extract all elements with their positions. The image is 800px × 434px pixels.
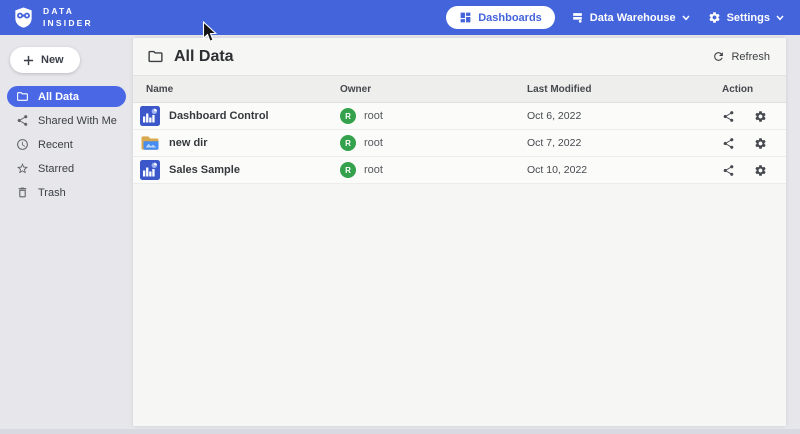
new-button[interactable]: New (10, 47, 80, 73)
sidebar-item-label: Starred (38, 163, 74, 175)
plus-icon (23, 55, 34, 66)
column-header-owner: Owner (340, 84, 527, 95)
share-icon (16, 114, 29, 127)
column-header-action: Action (722, 84, 786, 95)
table-body: Dashboard Control R root Oct 6, 2022 (133, 103, 786, 184)
action-cell (722, 110, 786, 123)
page-title: All Data (174, 48, 234, 66)
file-name: Dashboard Control (169, 110, 269, 122)
column-header-last-modified: Last Modified (527, 84, 722, 95)
title-wrap: All Data (147, 48, 234, 66)
content-header: All Data Refresh (133, 38, 786, 76)
share-icon (722, 110, 735, 123)
owner-avatar: R (340, 135, 356, 151)
dashboard-icon (459, 11, 472, 24)
brand: DATA INSIDER (12, 6, 93, 29)
column-header-name: Name (146, 84, 340, 95)
clock-icon (16, 138, 29, 151)
new-button-label: New (41, 54, 64, 66)
sidebar-item-starred[interactable]: Starred (7, 158, 126, 179)
file-name: Sales Sample (169, 164, 240, 176)
refresh-icon (712, 50, 725, 63)
last-modified: Oct 6, 2022 (527, 110, 722, 122)
sidebar: New All Data Shared With Me Recent Starr… (0, 35, 133, 434)
settings-button[interactable] (754, 110, 767, 123)
content-card: All Data Refresh Name Owner Last Modifie… (133, 38, 786, 426)
dashboard-file-icon (140, 160, 160, 180)
gear-icon (754, 137, 767, 150)
nav-data-warehouse-label: Data Warehouse (590, 12, 676, 24)
sidebar-item-all-data[interactable]: All Data (7, 86, 126, 107)
file-name: new dir (169, 137, 208, 149)
window-bottom-edge (0, 429, 800, 434)
gear-icon (754, 164, 767, 177)
folder-icon (16, 90, 29, 103)
share-button[interactable] (722, 110, 735, 123)
trash-icon (16, 186, 29, 199)
chevron-down-icon (776, 15, 784, 21)
nav-settings-label: Settings (727, 12, 770, 24)
sidebar-item-label: Trash (38, 187, 66, 199)
sidebar-item-trash[interactable]: Trash (7, 182, 126, 203)
table-row[interactable]: Sales Sample R root Oct 10, 2022 (133, 157, 786, 184)
sidebar-item-recent[interactable]: Recent (7, 134, 126, 155)
chevron-down-icon (682, 15, 690, 21)
settings-button[interactable] (754, 164, 767, 177)
sidebar-item-shared-with-me[interactable]: Shared With Me (7, 110, 126, 131)
name-cell: Sales Sample (140, 160, 340, 180)
share-button[interactable] (722, 137, 735, 150)
name-cell: Dashboard Control (140, 106, 340, 126)
last-modified: Oct 10, 2022 (527, 164, 722, 176)
refresh-button[interactable]: Refresh (712, 50, 770, 63)
folder-icon (147, 48, 164, 65)
owner-name: root (364, 110, 383, 122)
owner-avatar: R (340, 162, 356, 178)
action-cell (722, 137, 786, 150)
sidebar-item-label: All Data (38, 91, 79, 103)
owner-avatar: R (340, 108, 356, 124)
nav-settings-button[interactable]: Settings (706, 7, 786, 28)
action-cell (722, 164, 786, 177)
settings-button[interactable] (754, 137, 767, 150)
database-icon (571, 11, 584, 24)
folder-file-icon (140, 133, 160, 153)
dashboard-file-icon (140, 106, 160, 126)
owner-cell: R root (340, 162, 527, 178)
owner-name: root (364, 164, 383, 176)
top-bar: DATA INSIDER Dashboards Data Warehouse (0, 0, 800, 35)
share-button[interactable] (722, 164, 735, 177)
gear-icon (708, 11, 721, 24)
name-cell: new dir (140, 133, 340, 153)
brand-name: DATA INSIDER (43, 6, 93, 29)
nav-dashboards-label: Dashboards (478, 12, 542, 24)
table-row[interactable]: new dir R root Oct 7, 2022 (133, 130, 786, 157)
owner-cell: R root (340, 135, 527, 151)
owner-name: root (364, 137, 383, 149)
refresh-label: Refresh (731, 51, 770, 63)
nav-dashboards-button[interactable]: Dashboards (446, 6, 555, 29)
share-icon (722, 164, 735, 177)
owl-logo-icon (12, 6, 35, 29)
sidebar-item-label: Recent (38, 139, 73, 151)
share-icon (722, 137, 735, 150)
star-icon (16, 162, 29, 175)
table-header: Name Owner Last Modified Action (133, 76, 786, 103)
owner-cell: R root (340, 108, 527, 124)
gear-icon (754, 110, 767, 123)
nav-data-warehouse-button[interactable]: Data Warehouse (569, 7, 692, 28)
top-nav: Dashboards Data Warehouse Settings (446, 6, 786, 29)
last-modified: Oct 7, 2022 (527, 137, 722, 149)
table-row[interactable]: Dashboard Control R root Oct 6, 2022 (133, 103, 786, 130)
sidebar-item-label: Shared With Me (38, 115, 117, 127)
